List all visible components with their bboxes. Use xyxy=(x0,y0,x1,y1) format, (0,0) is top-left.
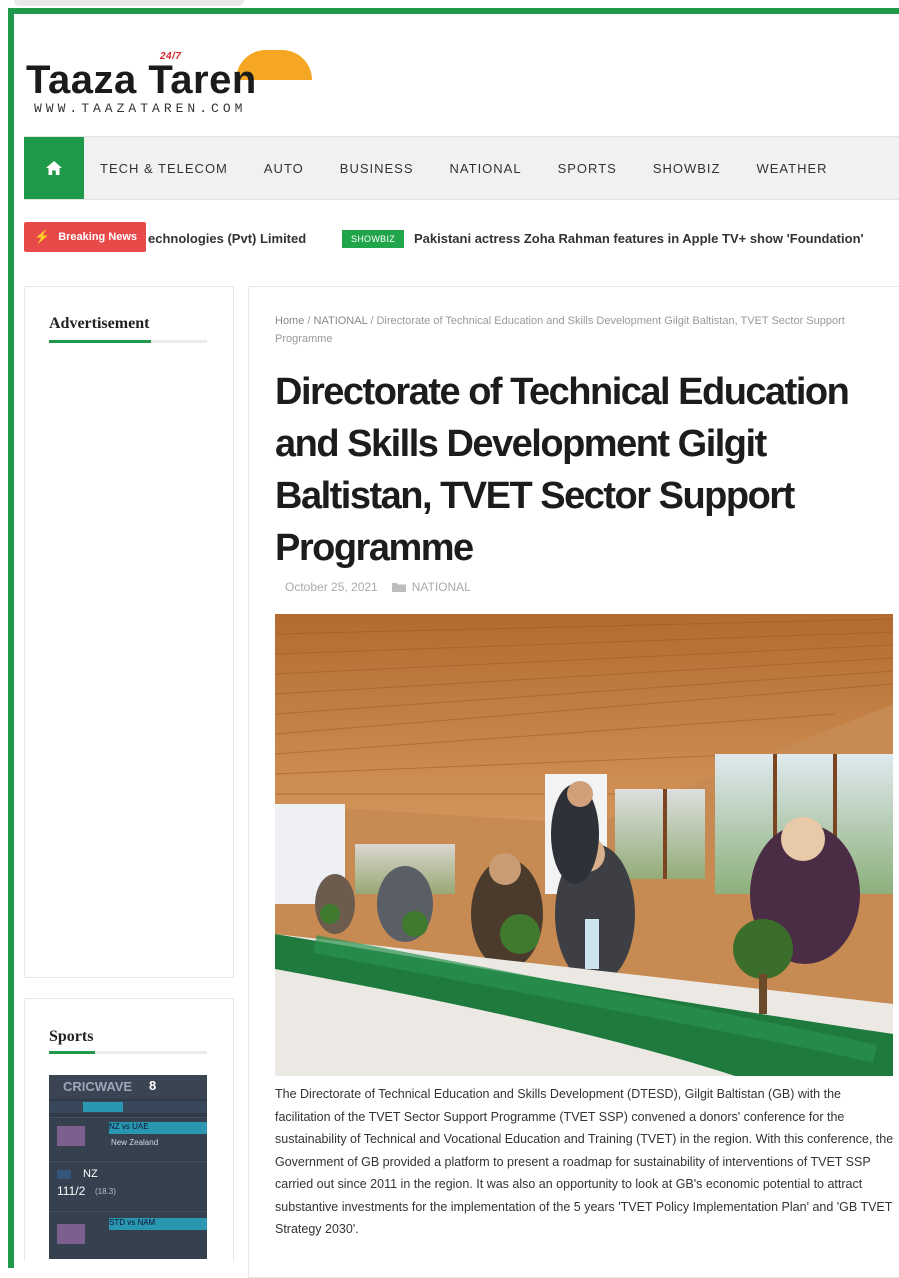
article-category[interactable]: NATIONAL xyxy=(412,580,471,594)
breadcrumb-sep-1: / xyxy=(304,315,314,327)
nav-item-sports[interactable]: SPORTS xyxy=(558,161,617,176)
nz-flag-icon xyxy=(57,1170,71,1179)
site-logo[interactable]: 24/7 Taaza Taren WWW.TAAZATAREN.COM xyxy=(26,48,312,118)
breaking-news-label: ⚡ Breaking News xyxy=(24,222,146,252)
nav-item-showbiz[interactable]: SHOWBIZ xyxy=(653,161,721,176)
nav-item-auto[interactable]: AUTO xyxy=(264,161,304,176)
folder-icon xyxy=(391,583,406,592)
article-body: The Directorate of Technical Education a… xyxy=(275,1087,894,1236)
cricwave-count: 8 xyxy=(149,1078,157,1093)
conference-photo xyxy=(275,614,893,1076)
sports-underline xyxy=(49,1051,207,1054)
score-value: 111/2 xyxy=(57,1184,86,1198)
team-flag xyxy=(57,1126,85,1146)
cricwave-logo: CRICWAVE xyxy=(63,1079,133,1094)
score-overs: (18.3) xyxy=(95,1187,116,1196)
advertisement-underline xyxy=(49,340,207,343)
sports-widget: Sports CRICWAVE 8 NZ vs UAE New Zealand … xyxy=(24,998,234,1261)
advertisement-widget: Advertisement xyxy=(24,286,234,978)
match-band-1: NZ vs UAE xyxy=(109,1122,207,1134)
main-navigation: TECH & TELECOM AUTO BUSINESS NATIONAL SP… xyxy=(24,136,899,200)
nav-item-national[interactable]: NATIONAL xyxy=(450,161,522,176)
ticker-item-1[interactable]: echnologies (Pvt) Limited xyxy=(148,231,306,246)
nav-item-tech-telecom[interactable]: TECH & TELECOM xyxy=(100,161,228,176)
match-score-row[interactable]: NZ 111/2 (18.3) xyxy=(49,1161,207,1210)
advertisement-title: Advertisement xyxy=(49,315,150,332)
breadcrumb-category[interactable]: NATIONAL xyxy=(314,315,368,327)
article-photo xyxy=(275,614,893,1076)
sports-title: Sports xyxy=(49,1028,94,1045)
breadcrumb: Home / NATIONAL / Directorate of Technic… xyxy=(275,312,875,348)
nav-item-weather[interactable]: WEATHER xyxy=(756,161,827,176)
ticker-category-badge[interactable]: SHOWBIZ xyxy=(342,230,404,248)
cricwave-tabs xyxy=(49,1101,207,1113)
breaking-news-text: Breaking News xyxy=(58,231,138,243)
nav-home-button[interactable] xyxy=(24,137,84,199)
home-icon xyxy=(46,161,62,175)
ticker-item-2[interactable]: Pakistani actress Zoha Rahman features i… xyxy=(414,231,864,246)
match-team-label: New Zealand xyxy=(111,1138,159,1147)
bolt-icon: ⚡ xyxy=(34,229,51,244)
cricket-score-widget[interactable]: CRICWAVE 8 NZ vs UAE New Zealand NZ 111/… xyxy=(49,1075,207,1259)
browser-tab-strip xyxy=(14,0,244,6)
nav-item-business[interactable]: BUSINESS xyxy=(340,161,414,176)
match-row-1[interactable]: NZ vs UAE New Zealand xyxy=(49,1117,207,1160)
match-band-2: STD vs NAM xyxy=(109,1218,207,1230)
article-meta: October 25, 2021 NATIONAL xyxy=(285,580,471,594)
breadcrumb-home[interactable]: Home xyxy=(275,315,304,327)
logo-text: Taaza Taren xyxy=(26,58,257,102)
score-team: NZ xyxy=(83,1168,98,1180)
match-row-2[interactable]: STD vs NAM xyxy=(49,1211,207,1259)
team-flag-2 xyxy=(57,1224,85,1244)
article-title: Directorate of Technical Education and S… xyxy=(275,371,850,569)
article-date: October 25, 2021 xyxy=(285,580,378,594)
logo-url: WWW.TAAZATAREN.COM xyxy=(34,101,247,116)
